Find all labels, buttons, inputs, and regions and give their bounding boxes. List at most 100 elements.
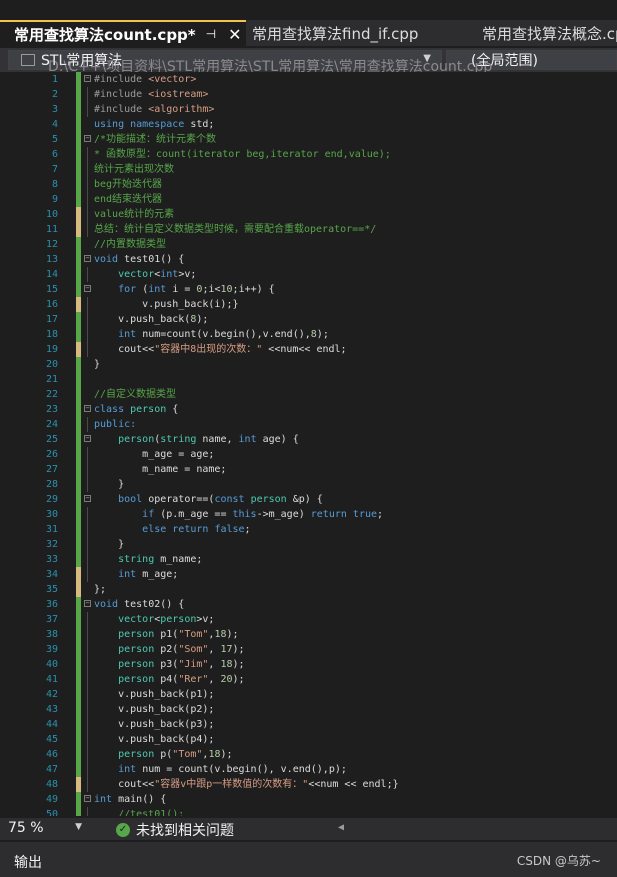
code-line[interactable]: 17 v.push_back(8); <box>0 312 617 327</box>
scroll-left-icon[interactable]: ◀ <box>338 822 344 833</box>
code-token: 统计元素出现次数 <box>94 164 174 175</box>
collapse-icon[interactable]: − <box>84 600 91 607</box>
project-dropdown[interactable]: STL常用算法 ▼ <box>8 50 442 70</box>
code-text: * 函数原型：count(iterator beg,iterator end,v… <box>94 147 391 162</box>
issues-indicator[interactable]: ✓ 未找到相关问题 <box>116 820 234 840</box>
tab-find-if-cpp[interactable]: 常用查找算法find_if.cpp <box>252 20 418 46</box>
code-line[interactable]: 8 beg开始迭代器 <box>0 177 617 192</box>
code-line[interactable]: 38 person p1("Tom",18); <box>0 627 617 642</box>
change-marker <box>76 807 81 816</box>
code-line[interactable]: 29 − bool operator==(const person &p) { <box>0 492 617 507</box>
code-editor[interactable]: 1− #include <vector> 2 #include <iostream> 3… <box>0 72 617 816</box>
line-number: 4 <box>51 119 58 130</box>
code-text: person p2("Som", 17); <box>94 642 244 657</box>
fold-guide <box>87 417 88 432</box>
code-line[interactable]: 12 //内置数据类型 <box>0 237 617 252</box>
code-line[interactable]: 11 总结：统计自定义数据类型时候，需要配合重载operator==*/ <box>0 222 617 237</box>
line-number: 50 <box>45 809 58 816</box>
collapse-icon[interactable]: − <box>84 135 91 142</box>
code-line[interactable]: 5 −/*功能描述：统计元素个数 <box>0 132 617 147</box>
code-line[interactable]: 27 m_name = name; <box>0 462 617 477</box>
zoom-dropdown[interactable]: 75 % ▼ <box>8 820 86 838</box>
collapse-icon[interactable]: − <box>84 75 91 82</box>
pin-icon[interactable]: ⊣ <box>206 27 216 41</box>
change-marker <box>76 552 81 567</box>
code-line[interactable]: 42 v.push_back(p1); <box>0 687 617 702</box>
tab-count-cpp[interactable]: 常用查找算法count.cpp* ⊣ ✕ <box>0 20 246 46</box>
code-line[interactable]: 19 cout<<"容器中8出现的次数：" <<num<< endl; <box>0 342 617 357</box>
code-line[interactable]: 39 person p2("Som", 17); <box>0 642 617 657</box>
code-line[interactable]: 30 if (p.m_age == this->m_age) return tr… <box>0 507 617 522</box>
line-number: 30 <box>45 509 58 520</box>
code-line[interactable]: 43 v.push_back(p2); <box>0 702 617 717</box>
code-line[interactable]: 25 − person(string name, int age) { <box>0 432 617 447</box>
code-line[interactable]: 26 m_age = age; <box>0 447 617 462</box>
code-line[interactable]: 50 //test01(); <box>0 807 617 816</box>
change-marker <box>76 327 81 342</box>
code-line[interactable]: 45 v.push_back(p4); <box>0 732 617 747</box>
code-line[interactable]: 1 − #include <vector> <box>0 72 617 87</box>
code-token: person <box>118 659 161 670</box>
code-line[interactable]: 48 cout<<"容器v中跟p一样数值的次数有："<<num << endl;… <box>0 777 617 792</box>
code-token: 17 <box>220 644 233 655</box>
code-line[interactable]: 2 #include <iostream> <box>0 87 617 102</box>
collapse-icon[interactable]: − <box>84 255 91 262</box>
collapse-icon[interactable]: − <box>84 435 91 442</box>
code-text: cout<<"容器中8出现的次数：" <<num<< endl; <box>94 342 347 357</box>
code-line[interactable]: 44 v.push_back(p3); <box>0 717 617 732</box>
code-token: v.push_back(p3); <box>94 719 215 730</box>
change-marker <box>76 252 81 267</box>
collapse-icon[interactable]: − <box>84 795 91 802</box>
collapse-icon[interactable]: − <box>84 285 91 292</box>
code-line[interactable]: 3 #include <algorithm> <box>0 102 617 117</box>
code-line[interactable]: 18 int num=count(v.begin(),v.end(),8); <box>0 327 617 342</box>
code-text: else return false; <box>94 522 250 537</box>
code-line[interactable]: 47 int num = count(v.begin(), v.end(),p)… <box>0 762 617 777</box>
code-line[interactable]: 34 int m_age; <box>0 567 617 582</box>
code-line[interactable]: 31 else return false; <box>0 522 617 537</box>
code-line[interactable]: 37 vector<person>v; <box>0 612 617 627</box>
code-line[interactable]: 21 <box>0 372 617 387</box>
scope-dropdown[interactable]: (全局范围) <box>446 50 617 70</box>
code-line[interactable]: 13 − void test01() { <box>0 252 617 267</box>
code-line[interactable]: 6 * 函数原型：count(iterator beg,iterator end,… <box>0 147 617 162</box>
code-line[interactable]: 23 − class person { <box>0 402 617 417</box>
code-token: #include <box>94 89 149 100</box>
collapse-icon[interactable]: − <box>84 405 91 412</box>
fold-guide <box>87 447 88 462</box>
code-line[interactable]: 20} <box>0 357 617 372</box>
close-icon[interactable]: ✕ <box>228 25 241 44</box>
fold-guide <box>87 177 88 192</box>
code-line[interactable]: 9 end结束迭代器 <box>0 192 617 207</box>
code-line[interactable]: 22 //自定义数据类型 <box>0 387 617 402</box>
code-line[interactable]: 14 vector<int>v; <box>0 267 617 282</box>
collapse-icon[interactable]: − <box>84 495 91 502</box>
code-line[interactable]: 24 public: <box>0 417 617 432</box>
code-token: m_name = name; <box>94 464 227 475</box>
code-line[interactable]: 4 using namespace std; <box>0 117 617 132</box>
code-line[interactable]: 33 string m_name; <box>0 552 617 567</box>
tab-concept-cpp[interactable]: 常用查找算法概念.cpp <box>482 20 617 46</box>
code-token: ->m_age) <box>256 509 311 520</box>
code-line[interactable]: 49 − int main() { <box>0 792 617 807</box>
code-line[interactable]: 16 v.push_back(i);} <box>0 297 617 312</box>
output-tab[interactable]: 输出 <box>14 852 42 872</box>
change-marker <box>76 792 81 807</box>
change-marker <box>76 207 81 222</box>
code-line[interactable]: 46 person p("Tom",18); <box>0 747 617 762</box>
line-number: 46 <box>45 749 58 760</box>
code-line[interactable]: 35}; <box>0 582 617 597</box>
code-line[interactable]: 32 } <box>0 537 617 552</box>
code-line[interactable]: 28 } <box>0 477 617 492</box>
code-token: p1( <box>160 629 179 640</box>
change-marker <box>76 687 81 702</box>
code-line[interactable]: 7 统计元素出现次数 <box>0 162 617 177</box>
fold-guide <box>87 717 88 732</box>
code-line[interactable]: 10 value统计的元素 <box>0 207 617 222</box>
code-line[interactable]: 15 − for (int i = 0;i<10;i++) { <box>0 282 617 297</box>
code-line[interactable]: 36 − void test02() { <box>0 597 617 612</box>
code-line[interactable]: 40 person p3("Jim", 18); <box>0 657 617 672</box>
code-line[interactable]: 41 person p4("Rer", 20); <box>0 672 617 687</box>
